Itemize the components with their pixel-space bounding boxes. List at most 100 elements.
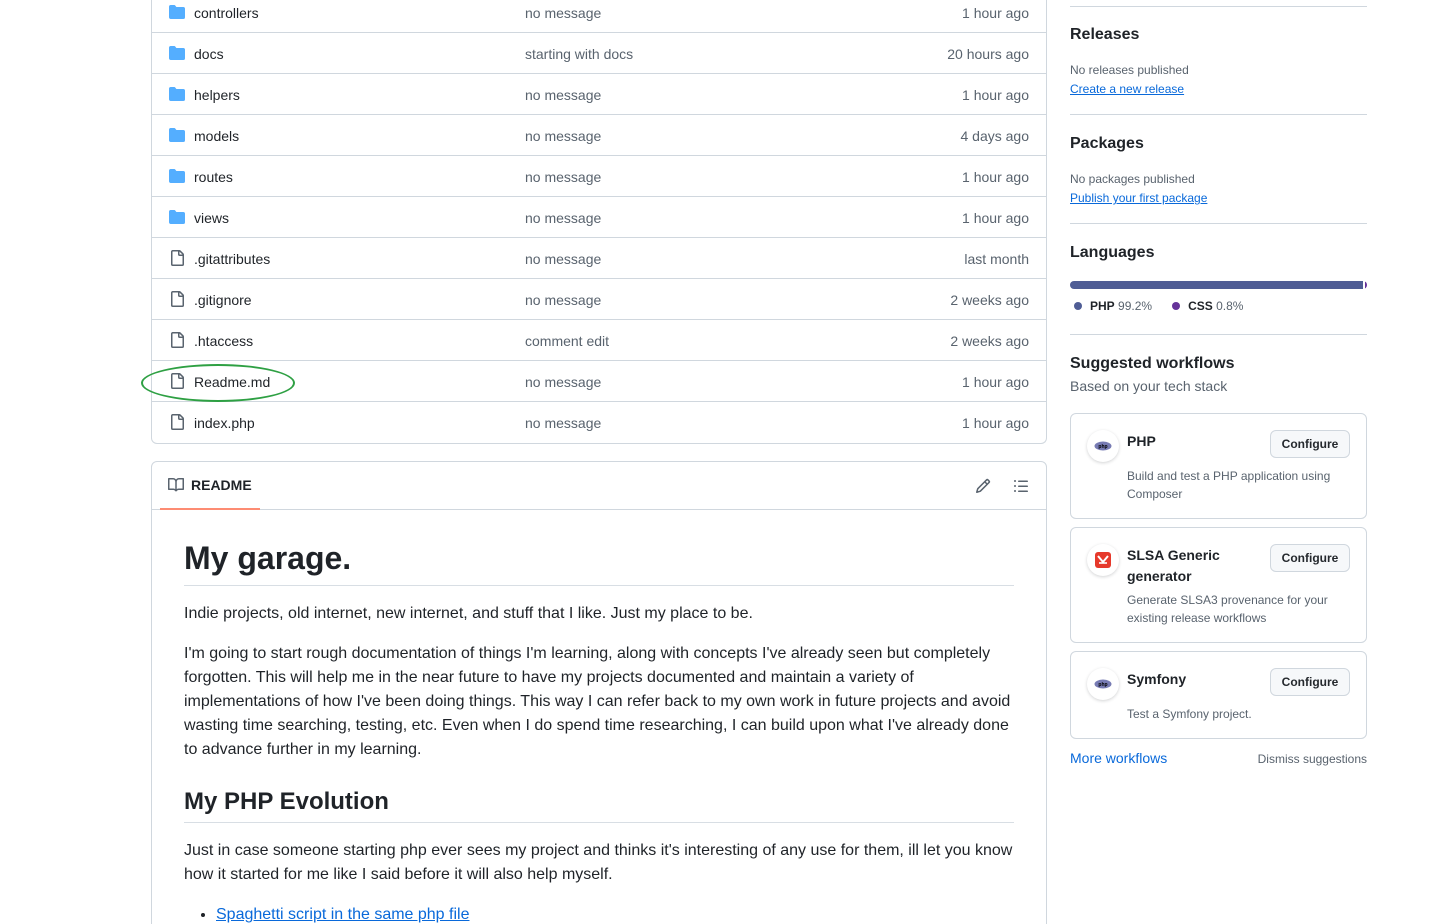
language-percent: 99.2% bbox=[1118, 299, 1153, 313]
workflows-subtitle: Based on your tech stack bbox=[1070, 378, 1228, 394]
publish-package-link[interactable]: Publish your first package bbox=[1070, 191, 1207, 205]
file-name-link[interactable]: .gitattributes bbox=[194, 251, 270, 267]
language-name: PHP bbox=[1090, 299, 1115, 313]
workflows-header: Suggested workflows Based on your tech s… bbox=[1070, 355, 1367, 394]
file-row[interactable]: index.php no message 1 hour ago bbox=[152, 402, 1046, 443]
configure-button[interactable]: Configure bbox=[1270, 430, 1350, 458]
file-name-link[interactable]: index.php bbox=[194, 415, 255, 431]
commit-time: 1 hour ago bbox=[962, 415, 1029, 431]
file-name-link[interactable]: models bbox=[194, 128, 239, 144]
folder-icon bbox=[168, 4, 186, 20]
folder-icon bbox=[168, 127, 186, 143]
releases-title[interactable]: Releases bbox=[1070, 26, 1367, 44]
list-item: Spaghetti script in the same php file bbox=[216, 903, 1014, 924]
configure-button[interactable]: Configure bbox=[1270, 544, 1350, 572]
readme-list: Spaghetti script in the same php file bbox=[184, 903, 1014, 924]
commit-message-link[interactable]: no message bbox=[525, 210, 601, 226]
commit-message-link[interactable]: no message bbox=[525, 87, 601, 103]
commit-message-link[interactable]: starting with docs bbox=[525, 46, 633, 62]
language-bar-segment bbox=[1070, 281, 1363, 289]
commit-message-link[interactable]: no message bbox=[525, 128, 601, 144]
svg-text:php: php bbox=[1098, 682, 1107, 688]
php-logo-icon: php bbox=[1087, 430, 1119, 462]
workflow-card-php: php PHP Configure Build and test a PHP a… bbox=[1070, 413, 1367, 519]
readme-link[interactable]: Spaghetti script in the same php file bbox=[216, 906, 469, 923]
releases-section: Releases No releases published Create a … bbox=[1070, 26, 1367, 115]
language-percent: 0.8% bbox=[1216, 299, 1244, 313]
readme-title: My garage. bbox=[184, 540, 1014, 586]
commit-time: 1 hour ago bbox=[962, 87, 1029, 103]
file-row[interactable]: helpers no message 1 hour ago bbox=[152, 74, 1046, 115]
commit-time: 20 hours ago bbox=[947, 46, 1029, 62]
language-dot-icon bbox=[1172, 302, 1181, 310]
releases-empty-text: No releases published bbox=[1070, 63, 1189, 77]
book-icon bbox=[168, 477, 184, 492]
readme-paragraph: Just in case someone starting php ever s… bbox=[184, 842, 1013, 883]
file-row[interactable]: models no message 4 days ago bbox=[152, 115, 1046, 156]
language-bar bbox=[1070, 281, 1367, 289]
commit-message-link[interactable]: no message bbox=[525, 415, 601, 431]
commit-message-link[interactable]: no message bbox=[525, 251, 601, 267]
folder-icon bbox=[168, 45, 186, 61]
file-row[interactable]: routes no message 1 hour ago bbox=[152, 156, 1046, 197]
commit-message-link[interactable]: no message bbox=[525, 169, 601, 185]
commit-message-link[interactable]: no message bbox=[525, 5, 601, 21]
file-name-link[interactable]: routes bbox=[194, 169, 233, 185]
commit-time: 2 weeks ago bbox=[950, 292, 1029, 308]
readme-tab[interactable]: README bbox=[160, 462, 260, 510]
language-legend-item[interactable]: CSS 0.8% bbox=[1172, 299, 1243, 313]
pencil-icon bbox=[975, 478, 991, 494]
commit-time: 1 hour ago bbox=[962, 374, 1029, 390]
commit-message-link[interactable]: no message bbox=[525, 292, 601, 308]
file-row[interactable]: .gitattributes no message last month bbox=[152, 238, 1046, 279]
language-dot-icon bbox=[1074, 302, 1082, 310]
outline-button[interactable] bbox=[1012, 477, 1030, 495]
readme-subheading: My PHP Evolution bbox=[184, 788, 1014, 823]
readme-paragraph: Indie projects, old internet, new intern… bbox=[184, 605, 753, 622]
file-name-link[interactable]: Readme.md bbox=[194, 374, 270, 390]
file-row[interactable]: .htaccess comment edit 2 weeks ago bbox=[152, 320, 1046, 361]
file-icon bbox=[168, 332, 186, 348]
language-bar-segment bbox=[1364, 281, 1367, 289]
file-icon bbox=[168, 291, 186, 307]
workflow-title: PHP bbox=[1127, 433, 1156, 449]
workflows-title: Suggested workflows bbox=[1070, 355, 1235, 372]
file-list: controllers no message 1 hour ago docs start… bbox=[151, 0, 1047, 444]
language-legend-item[interactable]: PHP 99.2% bbox=[1074, 299, 1152, 313]
languages-title: Languages bbox=[1070, 244, 1155, 261]
file-icon bbox=[168, 414, 186, 430]
file-name-link[interactable]: views bbox=[194, 210, 229, 226]
commit-time: 4 days ago bbox=[960, 128, 1030, 144]
file-name-link[interactable]: helpers bbox=[194, 87, 240, 103]
file-row[interactable]: controllers no message 1 hour ago bbox=[152, 0, 1046, 33]
language-name: CSS bbox=[1188, 299, 1213, 313]
commit-message-link[interactable]: no message bbox=[525, 374, 601, 390]
file-row[interactable]: views no message 1 hour ago bbox=[152, 197, 1046, 238]
workflow-description: Build and test a PHP application using C… bbox=[1127, 469, 1331, 501]
divider bbox=[1070, 6, 1367, 7]
commit-message-link[interactable]: comment edit bbox=[525, 333, 609, 349]
php-logo-icon: php bbox=[1087, 668, 1119, 700]
file-icon bbox=[168, 373, 186, 389]
file-row[interactable]: Readme.md no message 1 hour ago bbox=[152, 361, 1046, 402]
packages-empty-text: No packages published bbox=[1070, 172, 1195, 186]
file-row[interactable]: docs starting with docs 20 hours ago bbox=[152, 33, 1046, 74]
more-workflows-link[interactable]: More workflows bbox=[1070, 750, 1167, 766]
edit-button[interactable] bbox=[974, 477, 992, 495]
file-name-link[interactable]: docs bbox=[194, 46, 224, 62]
folder-icon bbox=[168, 168, 186, 184]
dismiss-suggestions-link[interactable]: Dismiss suggestions bbox=[1258, 752, 1367, 766]
workflow-card-slsa: SLSA Generic generator Configure Generat… bbox=[1070, 527, 1367, 643]
readme-content: My garage. Indie projects, old internet,… bbox=[152, 510, 1046, 924]
workflow-description: Test a Symfony project. bbox=[1127, 707, 1252, 721]
configure-button[interactable]: Configure bbox=[1270, 668, 1350, 696]
packages-title[interactable]: Packages bbox=[1070, 135, 1367, 153]
readme-paragraph: I'm going to start rough documentation o… bbox=[184, 645, 1011, 758]
file-row[interactable]: .gitignore no message 2 weeks ago bbox=[152, 279, 1046, 320]
packages-section: Packages No packages published Publish y… bbox=[1070, 135, 1367, 224]
workflow-title: SLSA Generic generator bbox=[1127, 547, 1220, 584]
create-release-link[interactable]: Create a new release bbox=[1070, 82, 1184, 96]
file-name-link[interactable]: controllers bbox=[194, 5, 259, 21]
file-name-link[interactable]: .htaccess bbox=[194, 333, 253, 349]
file-name-link[interactable]: .gitignore bbox=[194, 292, 252, 308]
